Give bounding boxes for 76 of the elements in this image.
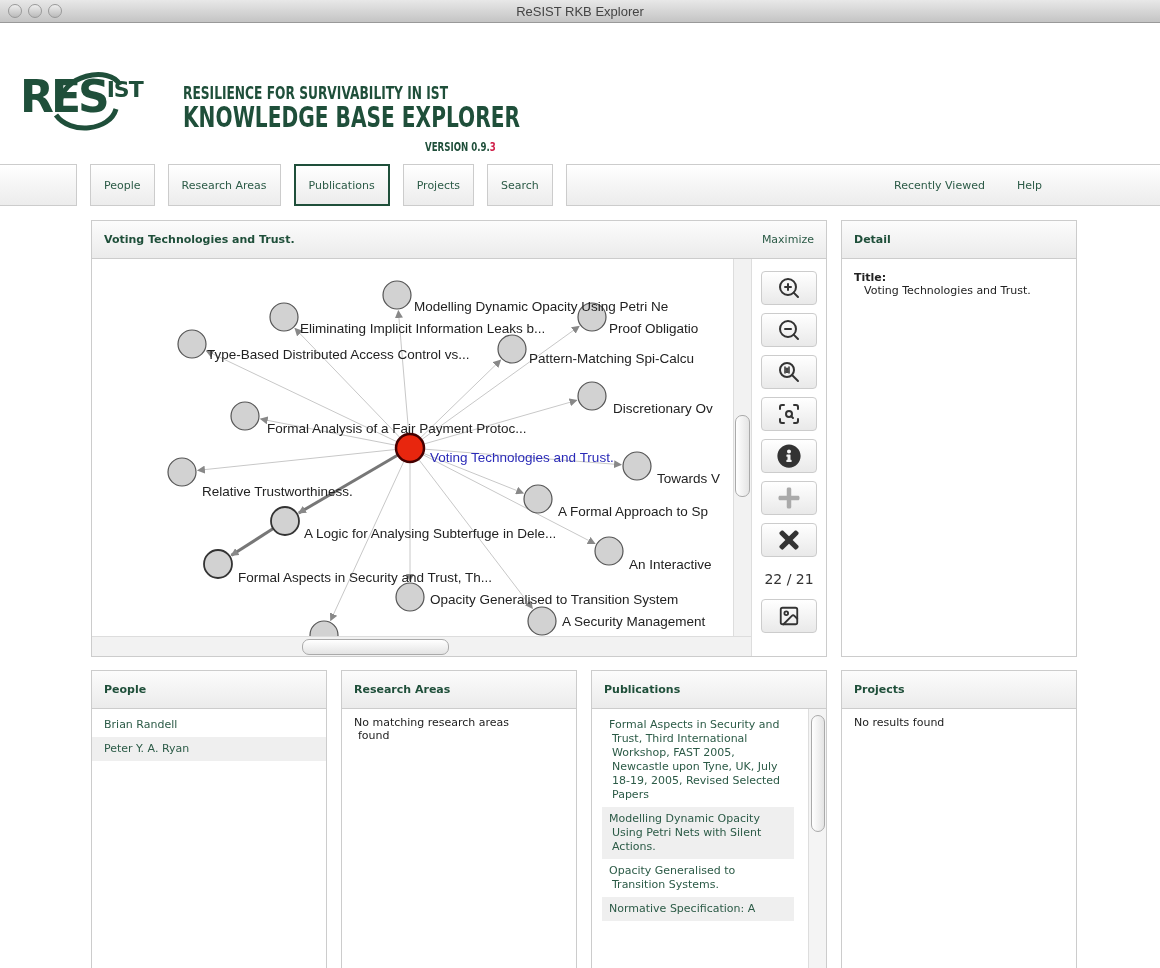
zoom-out-icon	[777, 318, 801, 342]
vertical-scrollbar[interactable]	[808, 709, 826, 968]
node-label[interactable]: Voting Technologies and Trust.	[430, 450, 614, 465]
list-item[interactable]: Modelling Dynamic Opacity Using Petri Nets with Silent Actions.	[602, 807, 794, 859]
graph-node[interactable]	[497, 334, 527, 364]
logo-text: IST	[106, 79, 143, 101]
nav-tab[interactable]: Research Areas	[167, 164, 281, 206]
panel-title: People	[104, 683, 147, 696]
panel-title: Publications	[604, 683, 681, 696]
nav-link[interactable]: Help	[1016, 178, 1042, 192]
graph-node[interactable]	[527, 606, 557, 636]
node-label[interactable]: A Logic for Analysing Subterfuge in Dele...	[304, 526, 557, 541]
panel-title: Voting Technologies and Trust.	[104, 233, 295, 246]
node-label[interactable]: An Interactive	[629, 557, 712, 572]
node-label[interactable]: Eliminating Implicit Information Leaks b...	[300, 321, 546, 336]
toolbar-button[interactable]	[761, 599, 817, 633]
list-item[interactable]: Normative Specification: A	[602, 897, 794, 921]
zoom-in-icon	[777, 276, 801, 300]
nav-link[interactable]: Recently Viewed	[894, 178, 985, 192]
panel-title: Detail	[854, 233, 891, 246]
image-icon	[778, 605, 800, 627]
version-label: VERSION 0.9.3	[424, 141, 496, 154]
node-label[interactable]: Formal Aspects in Security and Trust, Th...	[238, 570, 493, 585]
node-label[interactable]: Discretionary Ov	[613, 401, 713, 416]
plus-icon	[777, 486, 801, 510]
node-counter: 22 / 21	[764, 571, 814, 587]
app-title: KNOWLEDGE BASE EXPLORER	[182, 102, 520, 133]
nav-tab[interactable]: People	[90, 164, 155, 206]
node-label[interactable]: A Formal Approach to Sp	[558, 504, 709, 519]
empty-message: No results found	[853, 715, 946, 731]
list-item[interactable]: Peter Y. A. Ryan	[92, 737, 326, 761]
panel-title: Projects	[854, 683, 905, 696]
graph-node[interactable]	[382, 280, 412, 310]
maximize-link[interactable]: Maximize	[761, 233, 814, 246]
toolbar-button[interactable]	[761, 523, 817, 557]
node-label[interactable]: Formal Analysis of a Fair Payment Protoc...	[267, 421, 527, 436]
graph-node[interactable]	[270, 506, 300, 536]
node-label[interactable]: Proof Obligatio	[609, 321, 699, 336]
zoom-actual-size-icon	[777, 360, 801, 384]
graph-node[interactable]	[594, 536, 624, 566]
toolbar-button[interactable]	[761, 397, 817, 431]
field-value: Voting Technologies and Trust.	[863, 284, 1032, 297]
horizontal-scrollbar[interactable]	[92, 636, 751, 656]
node-label[interactable]: Pattern-Matching Spi-Calcu	[529, 351, 695, 366]
graph-node[interactable]	[269, 302, 299, 332]
list-item[interactable]: Opacity Generalised to Transition Systems.	[602, 859, 794, 897]
nav-tab[interactable]: Search	[487, 164, 553, 206]
field-label: Title:	[854, 271, 888, 284]
empty-message: No matching research areas found	[353, 715, 511, 744]
graph-node[interactable]	[577, 381, 607, 411]
toolbar-button[interactable]	[761, 439, 817, 473]
toolbar-button[interactable]	[761, 313, 817, 347]
graph-node[interactable]	[167, 457, 197, 487]
window-title: ReSIST RKB Explorer	[516, 3, 644, 19]
nav-tab[interactable]: Publications	[293, 164, 390, 206]
nav-tab[interactable]: Projects	[402, 164, 475, 206]
tagline: RESILIENCE FOR SURVIVABILITY IN IST	[182, 85, 449, 103]
list-item[interactable]: Formal Aspects in Security and Trust, Third International Workshop, FAST 2005, Newcastle upon Tyne, UK, July 18-19, 2005, Revised Selected Papers	[602, 713, 794, 807]
toolbar-button[interactable]	[761, 271, 817, 305]
graph-node[interactable]	[177, 329, 207, 359]
node-label[interactable]: Modelling Dynamic Opacity Using Petri Ne	[414, 299, 669, 314]
graph-node[interactable]	[230, 401, 260, 431]
node-label[interactable]: Type-Based Distributed Access Control vs...	[207, 347, 470, 362]
graph-node[interactable]	[203, 549, 233, 579]
zoom-fit-icon	[777, 402, 801, 426]
vertical-scrollbar[interactable]	[733, 259, 751, 636]
list-item[interactable]: Brian Randell	[92, 713, 326, 737]
node-label[interactable]: Towards V	[657, 471, 721, 486]
node-label[interactable]: A Security Management	[562, 614, 706, 629]
info-icon	[777, 444, 801, 468]
graph-node[interactable]	[622, 451, 652, 481]
toolbar-button[interactable]	[761, 355, 817, 389]
panel-title: Research Areas	[354, 683, 451, 696]
graph-node[interactable]	[309, 620, 339, 636]
node-label[interactable]: Opacity Generalised to Transition System	[430, 592, 679, 607]
graph-node[interactable]	[523, 484, 553, 514]
